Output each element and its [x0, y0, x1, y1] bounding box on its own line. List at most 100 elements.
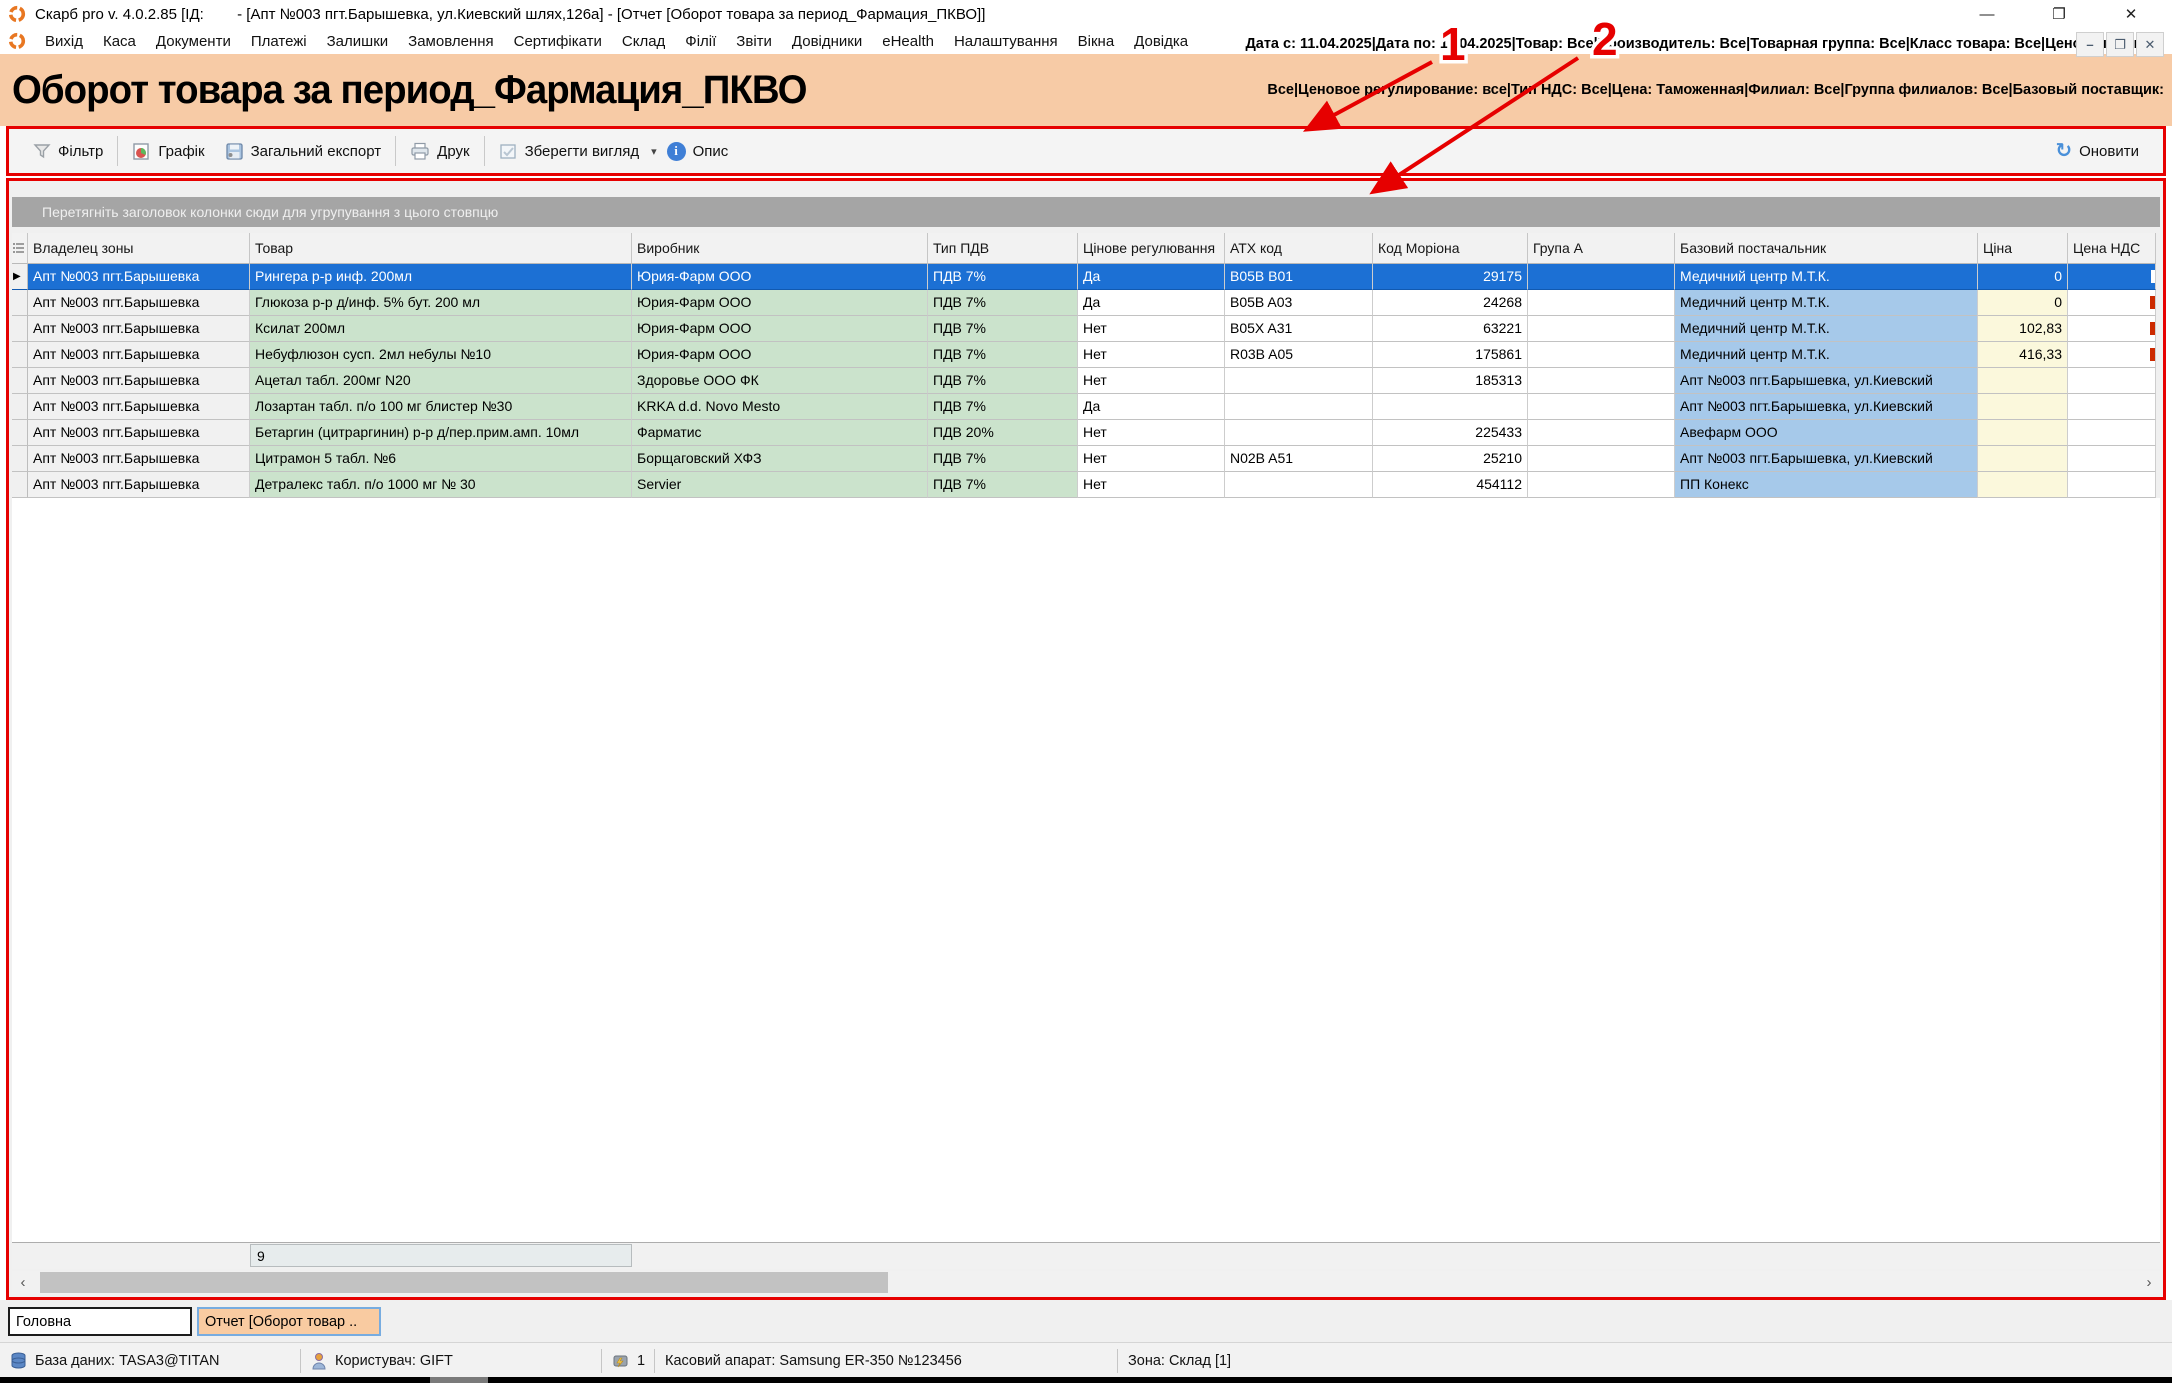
cell[interactable]: 454112 — [1373, 472, 1528, 498]
cell[interactable]: Небуфлюзон сусп. 2мл небулы №10 — [250, 342, 632, 368]
cell[interactable]: Апт №003 пгт.Барышевка — [28, 446, 250, 472]
cell[interactable] — [1528, 472, 1675, 498]
cell[interactable]: Фарматис — [632, 420, 928, 446]
cell[interactable]: B05X A31 — [1225, 316, 1373, 342]
cell[interactable] — [1225, 472, 1373, 498]
cell[interactable] — [1978, 394, 2068, 420]
cell[interactable] — [1978, 368, 2068, 394]
cell[interactable]: 175861 — [1373, 342, 1528, 368]
cell[interactable]: ПДВ 7% — [928, 446, 1078, 472]
cell[interactable]: ПП Конекс — [1675, 472, 1978, 498]
cell[interactable]: Да — [1078, 290, 1225, 316]
cell[interactable]: KRKA d.d. Novo Mesto — [632, 394, 928, 420]
cell[interactable]: ПДВ 7% — [928, 264, 1078, 290]
cell[interactable] — [2068, 264, 2156, 290]
cell[interactable]: Апт №003 пгт.Барышевка — [28, 290, 250, 316]
cell[interactable]: B05B B01 — [1225, 264, 1373, 290]
column-header[interactable]: Базовий постачальник — [1675, 233, 1978, 264]
cell[interactable]: ПДВ 7% — [928, 316, 1078, 342]
cell[interactable]: Юрия-Фарм ООО — [632, 316, 928, 342]
table-row[interactable]: Апт №003 пгт.БарышевкаГлюкоза р-р д/инф.… — [12, 290, 2160, 316]
menu-item-довідники[interactable]: Довідники — [782, 33, 872, 50]
filter-button[interactable]: Фільтр — [23, 134, 113, 168]
cell[interactable]: ПДВ 7% — [928, 368, 1078, 394]
cell[interactable] — [1978, 472, 2068, 498]
column-chooser-icon[interactable] — [12, 233, 28, 264]
scroll-left-arrow-icon[interactable]: ‹ — [12, 1271, 34, 1294]
cell[interactable]: 102,83 — [1978, 316, 2068, 342]
cell[interactable]: B05B A03 — [1225, 290, 1373, 316]
cell[interactable]: 185313 — [1373, 368, 1528, 394]
cell[interactable]: Ксилат 200мл — [250, 316, 632, 342]
cell[interactable] — [1225, 368, 1373, 394]
cell[interactable]: Да — [1078, 394, 1225, 420]
table-row[interactable]: ▶Апт №003 пгт.БарышевкаРингера р-р инф. … — [12, 264, 2160, 290]
menu-item-вікна[interactable]: Вікна — [1068, 33, 1125, 50]
cell[interactable]: Да — [1078, 264, 1225, 290]
cell[interactable]: Апт №003 пгт.Барышевка, ул.Киевский — [1675, 446, 1978, 472]
menu-item-налаштування[interactable]: Налаштування — [944, 33, 1068, 50]
cell[interactable]: Нет — [1078, 316, 1225, 342]
cell[interactable] — [2068, 368, 2156, 394]
cell[interactable]: Апт №003 пгт.Барышевка — [28, 368, 250, 394]
mdi-close-button[interactable]: ✕ — [2136, 32, 2164, 57]
scrollbar-thumb[interactable] — [40, 1272, 888, 1293]
menu-item-сертифікати[interactable]: Сертифікати — [504, 33, 612, 50]
mdi-restore-button[interactable]: ❐ — [2106, 32, 2134, 57]
cell[interactable]: ПДВ 20% — [928, 420, 1078, 446]
cell[interactable] — [1528, 264, 1675, 290]
cell[interactable]: Медичний центр М.Т.К. — [1675, 316, 1978, 342]
cell[interactable]: Апт №003 пгт.Барышевка — [28, 316, 250, 342]
chart-button[interactable]: Графік — [122, 134, 214, 168]
cell[interactable]: ПДВ 7% — [928, 290, 1078, 316]
cell[interactable] — [1528, 316, 1675, 342]
cell[interactable]: 63221 — [1373, 316, 1528, 342]
cell[interactable] — [1528, 342, 1675, 368]
cell[interactable]: Апт №003 пгт.Барышевка, ул.Киевский — [1675, 368, 1978, 394]
refresh-button[interactable]: ↻ Оновити — [2045, 134, 2149, 168]
table-row[interactable]: Апт №003 пгт.БарышевкаАцетал табл. 200мг… — [12, 368, 2160, 394]
cell[interactable] — [2068, 446, 2156, 472]
cell[interactable]: 0 — [1978, 264, 2068, 290]
cell[interactable]: N02B A51 — [1225, 446, 1373, 472]
cell[interactable]: Цитрамон 5 табл. №6 — [250, 446, 632, 472]
cell[interactable]: Апт №003 пгт.Барышевка, ул.Киевский — [1675, 394, 1978, 420]
cell[interactable]: Детралекс табл. п/о 1000 мг № 30 — [250, 472, 632, 498]
menu-item-документи[interactable]: Документи — [146, 33, 241, 50]
cell[interactable] — [2068, 420, 2156, 446]
mdi-minimize-button[interactable]: – — [2076, 32, 2104, 57]
cell[interactable]: Глюкоза р-р д/инф. 5% бут. 200 мл — [250, 290, 632, 316]
cell[interactable]: Servier — [632, 472, 928, 498]
horizontal-scrollbar[interactable]: ‹ › — [12, 1271, 2160, 1294]
menu-item-платежі[interactable]: Платежі — [241, 33, 317, 50]
column-header[interactable]: Ціна — [1978, 233, 2068, 264]
menu-item-вихід[interactable]: Вихід — [35, 33, 93, 50]
cell[interactable]: Апт №003 пгт.Барышевка — [28, 394, 250, 420]
cell[interactable] — [1373, 394, 1528, 420]
cell[interactable]: Бетаргин (цитраргинин) р-р д/пер.прим.ам… — [250, 420, 632, 446]
column-header[interactable]: Цінове регулювання — [1078, 233, 1225, 264]
cell[interactable]: 225433 — [1373, 420, 1528, 446]
cell[interactable]: Юрия-Фарм ООО — [632, 264, 928, 290]
cell[interactable] — [1528, 368, 1675, 394]
save-view-button[interactable]: Зберегти вигляд — [489, 134, 650, 168]
table-row[interactable]: Апт №003 пгт.БарышевкаДетралекс табл. п/… — [12, 472, 2160, 498]
cell[interactable]: 25210 — [1373, 446, 1528, 472]
cell[interactable]: Рингера р-р инф. 200мл — [250, 264, 632, 290]
scroll-right-arrow-icon[interactable]: › — [2138, 1271, 2160, 1294]
table-row[interactable]: Апт №003 пгт.БарышевкаНебуфлюзон сусп. 2… — [12, 342, 2160, 368]
cell[interactable] — [2068, 472, 2156, 498]
cell[interactable] — [1528, 446, 1675, 472]
column-header[interactable]: Код Моріона — [1373, 233, 1528, 264]
table-row[interactable]: Апт №003 пгт.БарышевкаБетаргин (цитрарги… — [12, 420, 2160, 446]
cell[interactable] — [1225, 420, 1373, 446]
group-by-bar[interactable]: Перетягніть заголовок колонки сюди для у… — [12, 197, 2160, 227]
cell[interactable]: 24268 — [1373, 290, 1528, 316]
cell[interactable]: Апт №003 пгт.Барышевка — [28, 472, 250, 498]
cell[interactable]: Авефарм ООО — [1675, 420, 1978, 446]
tab-report[interactable]: Отчет [Оборот товар .. — [197, 1307, 381, 1336]
cell[interactable]: 29175 — [1373, 264, 1528, 290]
cell[interactable]: Нет — [1078, 472, 1225, 498]
cell[interactable] — [1225, 394, 1373, 420]
export-button[interactable]: Загальний експорт — [215, 134, 392, 168]
